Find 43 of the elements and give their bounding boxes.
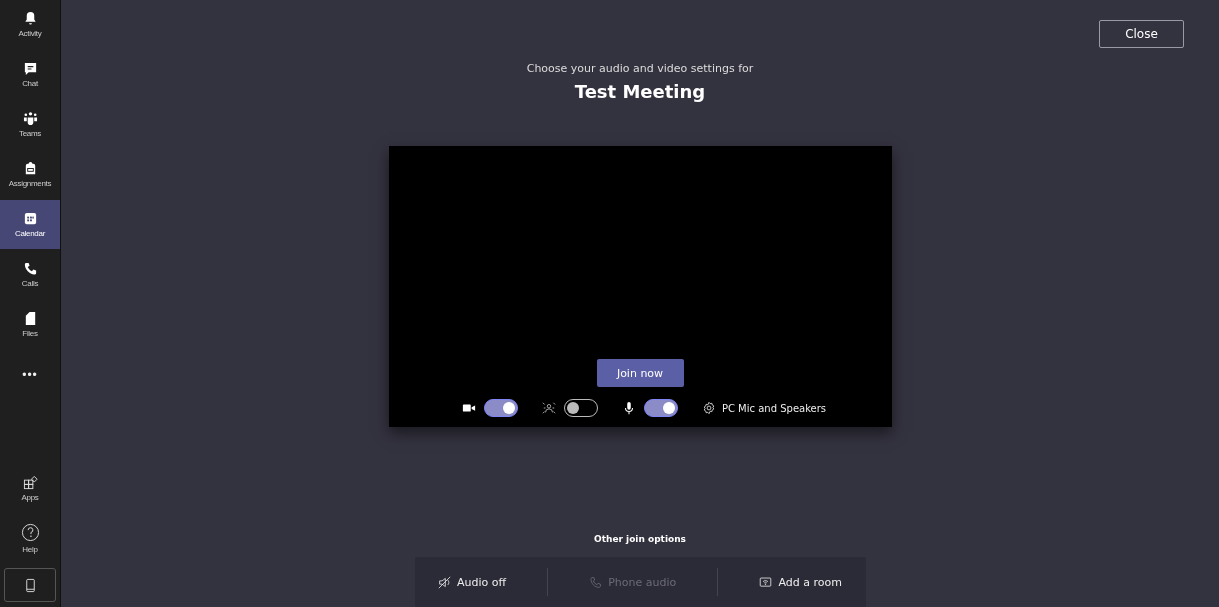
phone-icon	[22, 261, 38, 276]
rail-label: •••	[22, 367, 38, 382]
rail-label: Calendar	[14, 229, 46, 238]
help-icon	[20, 523, 40, 542]
join-option-button[interactable]: Add a room	[753, 571, 848, 593]
settings-prompt: Choose your audio and video settings for	[526, 62, 754, 75]
toggle-switch[interactable]	[643, 399, 678, 417]
calendar-icon	[22, 211, 38, 226]
rail-label: Activity	[18, 29, 42, 38]
rail-item[interactable]: Calls	[0, 250, 60, 299]
rail-label: Files	[22, 329, 38, 338]
rail-item[interactable]: Teams	[0, 100, 60, 149]
rail-item[interactable]: Help	[0, 514, 60, 563]
rail-item[interactable]: Assignments	[0, 150, 60, 199]
cast-screen-icon	[759, 575, 773, 589]
people-icon	[22, 111, 38, 126]
chat-icon	[22, 61, 38, 76]
apps-icon	[22, 475, 38, 490]
rail-item[interactable]: Calendar	[0, 200, 60, 249]
settings-icon	[701, 401, 716, 415]
rail-item[interactable]: Apps	[0, 464, 60, 513]
join-option-button[interactable]: Audio off	[432, 571, 513, 593]
rail-item[interactable]: Activity	[0, 0, 60, 49]
join-now-button[interactable]: Join now	[596, 359, 684, 387]
toggle-switch[interactable]	[563, 399, 598, 417]
speaker-off-icon	[438, 575, 452, 589]
rail-item[interactable]	[4, 568, 56, 602]
rail-label: Chat	[22, 79, 38, 88]
rail-label: Help	[22, 545, 38, 554]
rail-item[interactable]: Files	[0, 300, 60, 349]
toggle-switch[interactable]	[483, 399, 518, 417]
rail-label: Calls	[21, 279, 39, 288]
rail-item[interactable]: •••	[0, 350, 60, 399]
other-options-heading: Other join options	[594, 534, 686, 544]
rail-label: Assignments	[8, 179, 52, 188]
rail-label: Apps	[21, 493, 39, 502]
rail-item[interactable]: Chat	[0, 50, 60, 99]
meeting-title: Test Meeting	[574, 81, 706, 102]
phone-icon	[589, 575, 603, 589]
device-settings-button[interactable]: PC Mic and Speakers	[701, 401, 827, 415]
background-blur-icon	[541, 401, 556, 415]
close-button[interactable]: Close	[1099, 20, 1184, 48]
rail-label: Teams	[18, 129, 42, 138]
